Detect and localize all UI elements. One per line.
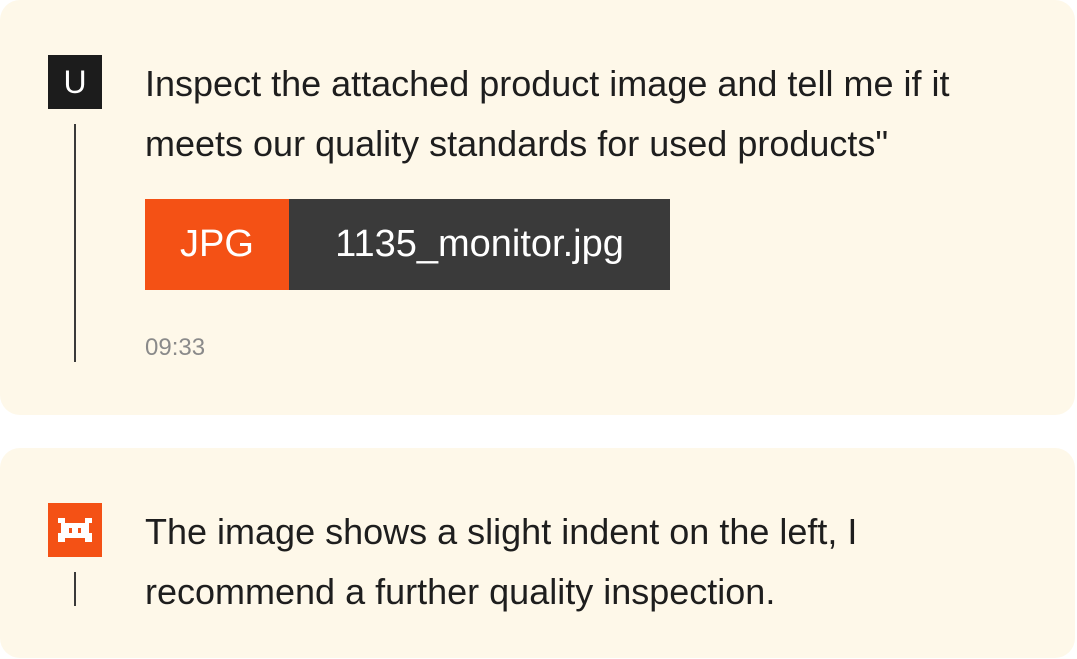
thread-line	[74, 572, 76, 606]
attachment-type-badge: JPG	[145, 199, 289, 290]
thread-line	[74, 124, 76, 362]
user-message-card: U Inspect the attached product image and…	[0, 0, 1075, 415]
attachment-filename: 1135_monitor.jpg	[289, 199, 670, 290]
bot-logo-icon	[48, 503, 102, 557]
message-timestamp: 09:33	[145, 334, 206, 361]
assistant-message-text: The image shows a slight indent on the l…	[145, 511, 858, 612]
user-avatar-letter: U	[63, 64, 87, 100]
assistant-message-card: The image shows a slight indent on the l…	[0, 448, 1075, 658]
user-message-text: Inspect the attached product image and t…	[145, 63, 950, 164]
bot-logo-icon-graphic	[58, 518, 92, 542]
user-avatar: U	[48, 55, 102, 109]
attachment-chip[interactable]: JPG 1135_monitor.jpg	[145, 199, 670, 290]
